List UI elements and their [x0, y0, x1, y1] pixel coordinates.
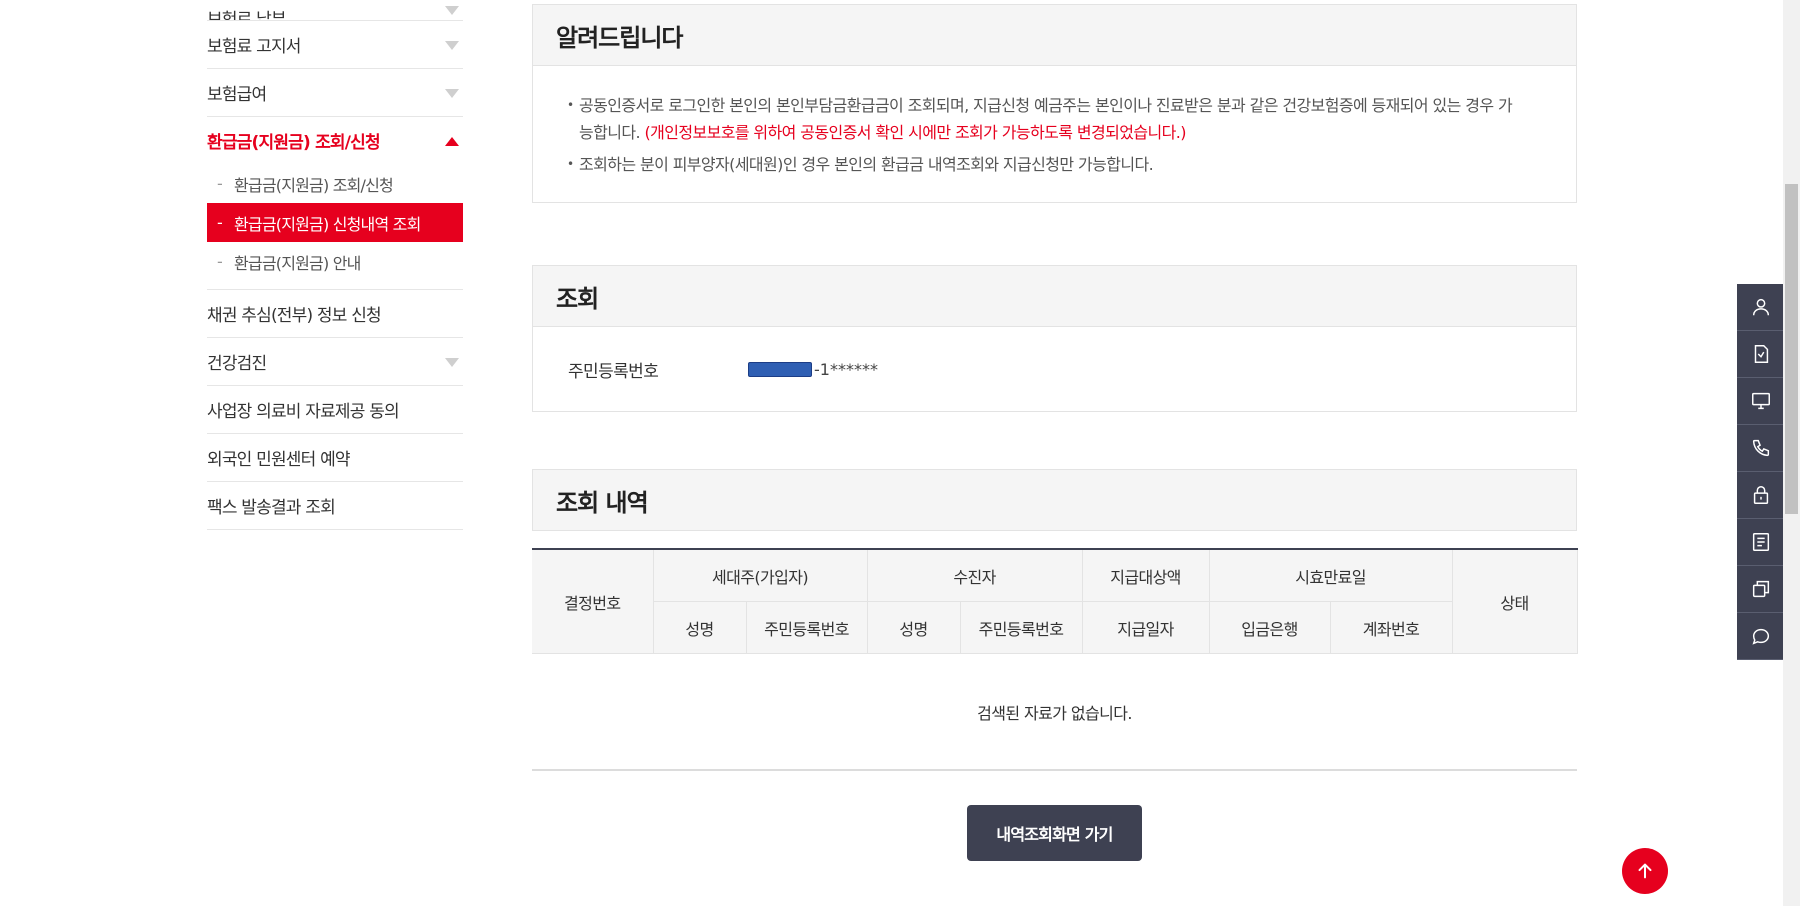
col-householder-name: 성명 [653, 601, 747, 654]
document-icon [1754, 345, 1768, 363]
results-table: 결정번호 세대주(가입자) 수진자 지급대상액 시효만료일 상태 성명 주민등록… [532, 548, 1578, 654]
query-title: 조회 [533, 266, 1576, 327]
notice-item: 조회하는 분이 피부양자(세대원)인 경우 본인의 환급금 내역조회와 지급신청… [567, 151, 1526, 178]
sidebar-item-premium-notice[interactable]: 보험료 고지서 [207, 21, 463, 69]
redaction-mark [748, 361, 812, 377]
quick-phone-button[interactable] [1737, 425, 1784, 472]
col-bank: 입금은행 [1208, 601, 1331, 654]
list-icon [1752, 533, 1769, 551]
user-icon [1752, 298, 1769, 316]
sidebar-item-medical-data-consent[interactable]: 사업장 의료비 자료제공 동의 [207, 386, 463, 434]
rrn-value-suffix: -1****** [814, 359, 878, 379]
query-row: 주민등록번호 -1****** [533, 327, 1576, 411]
submenu-item-refund-inquiry-apply[interactable]: - 환급금(지원금) 조회/신청 [207, 164, 463, 203]
quick-copy-button[interactable] [1737, 566, 1784, 613]
monitor-icon [1751, 392, 1770, 410]
dash-icon: - [217, 252, 223, 271]
quick-monitor-button[interactable] [1737, 378, 1784, 425]
submenu-item-label: 환급금(지원금) 조회/신청 [234, 175, 394, 195]
notice-panel: 알려드립니다 공동인증서로 로그인한 본인의 본인부담금환급금이 조회되며, 지… [532, 4, 1577, 203]
col-householder: 세대주(가입자) [652, 548, 868, 602]
goto-history-button[interactable]: 내역조회화면 가기 [967, 805, 1142, 861]
empty-result-message: 검색된 자료가 없습니다. [532, 655, 1577, 771]
col-expiry: 시효만료일 [1208, 548, 1453, 602]
quick-lock-button[interactable] [1737, 472, 1784, 519]
notice-title: 알려드립니다 [533, 5, 1576, 66]
chevron-down-icon [445, 40, 459, 50]
sidebar-item-debt-collection[interactable]: 채권 추심(전부) 정보 신청 [207, 290, 463, 338]
chevron-down-icon [445, 357, 459, 367]
submenu-item-label: 환급금(지원금) 안내 [234, 253, 361, 273]
sidebar-item-label: 보험료 고지서 [207, 37, 301, 57]
quick-chat-button[interactable] [1737, 613, 1784, 660]
sidebar-menu: 보험료 납부 보험료 고지서 보험급여 환급금(지원금) 조회/신청 - 환급금… [207, 0, 463, 530]
sidebar-item-label: 보험료 납부 [207, 10, 287, 21]
results-title: 조회 내역 [533, 470, 1576, 530]
rrn-value: -1****** [748, 360, 878, 379]
lock-icon [1753, 486, 1768, 504]
quick-document-button[interactable] [1737, 331, 1784, 378]
chevron-down-icon [445, 6, 459, 15]
sidebar-item-fax-result[interactable]: 팩스 발송결과 조회 [207, 482, 463, 530]
col-recipient: 수진자 [866, 548, 1083, 602]
scrollbar-thumb[interactable] [1785, 184, 1798, 514]
sidebar-item-label: 보험급여 [207, 85, 267, 105]
col-decision-no: 결정번호 [532, 548, 654, 654]
submenu-item-label: 환급금(지원금) 신청내역 조회 [234, 214, 421, 234]
notice-item: 공동인증서로 로그인한 본인의 본인부담금환급금이 조회되며, 지급신청 예금주… [567, 92, 1526, 146]
query-panel: 조회 주민등록번호 -1****** [532, 265, 1577, 412]
sidebar-item-label: 팩스 발송결과 조회 [207, 498, 336, 518]
col-account: 계좌번호 [1329, 601, 1453, 654]
sidebar-item-health-checkup[interactable]: 건강검진 [207, 338, 463, 386]
chevron-down-icon [445, 88, 459, 98]
quick-menu-bar [1737, 284, 1784, 660]
col-recipient-rrn: 주민등록번호 [959, 601, 1083, 654]
col-householder-rrn: 주민등록번호 [745, 601, 868, 654]
quick-user-button[interactable] [1737, 284, 1784, 331]
phone-icon [1752, 439, 1769, 457]
arrow-up-icon [1638, 863, 1652, 879]
sidebar-item-premium-payment[interactable]: 보험료 납부 [207, 0, 463, 21]
sidebar-item-refund-inquiry[interactable]: 환급금(지원금) 조회/신청 [207, 117, 463, 164]
col-recipient-name: 성명 [866, 601, 961, 654]
sidebar-item-insurance-benefits[interactable]: 보험급여 [207, 69, 463, 117]
sidebar-item-label: 외국인 민원센터 예약 [207, 450, 351, 470]
notice-item-warning: (개인정보보호를 위하여 공동인증서 확인 시에만 조회가 가능하도록 변경되었… [644, 123, 1186, 142]
sidebar-item-label: 채권 추심(전부) 정보 신청 [207, 306, 382, 326]
submenu-item-refund-history[interactable]: - 환급금(지원금) 신청내역 조회 [207, 203, 463, 242]
sidebar-item-label: 건강검진 [207, 354, 267, 374]
col-pay-date: 지급일자 [1081, 601, 1210, 654]
results-panel: 조회 내역 [532, 469, 1577, 531]
rrn-label: 주민등록번호 [568, 361, 659, 382]
scroll-top-button[interactable] [1622, 848, 1668, 894]
sidebar-item-foreigner-reservation[interactable]: 외국인 민원센터 예약 [207, 434, 463, 482]
notice-item-text: 조회하는 분이 피부양자(세대원)인 경우 본인의 환급금 내역조회와 지급신청… [579, 155, 1154, 174]
notice-list: 공동인증서로 로그인한 본인의 본인부담금환급금이 조회되며, 지급신청 예금주… [533, 66, 1576, 202]
copy-icon [1752, 580, 1769, 598]
col-payment-target: 지급대상액 [1081, 548, 1210, 602]
submenu-item-refund-guide[interactable]: - 환급금(지원금) 안내 [207, 242, 463, 281]
sidebar-item-label: 사업장 의료비 자료제공 동의 [207, 402, 400, 422]
quick-list-button[interactable] [1737, 519, 1784, 566]
chat-icon [1751, 628, 1769, 645]
sidebar-item-label: 환급금(지원금) 조회/신청 [207, 133, 381, 153]
sidebar-submenu: - 환급금(지원금) 조회/신청 - 환급금(지원금) 신청내역 조회 - 환급… [207, 164, 463, 290]
dash-icon: - [217, 174, 223, 193]
col-status: 상태 [1451, 548, 1578, 654]
dash-icon: - [217, 213, 223, 232]
chevron-up-icon [445, 136, 459, 146]
